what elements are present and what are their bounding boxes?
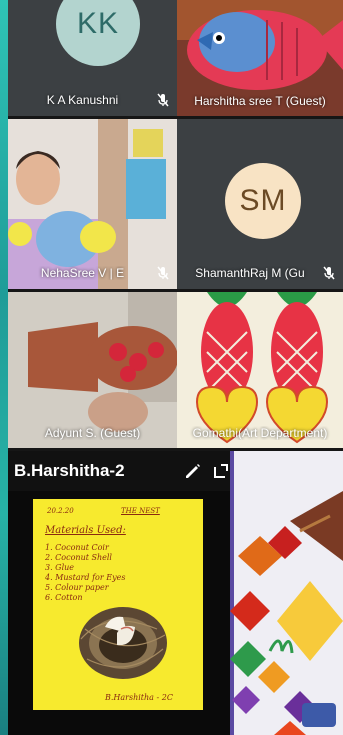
participant-name-bar: Harshitha sree T (Guest): [177, 94, 343, 116]
worksheet-page: 20.2.20 THE NEST Materials Used: 1. Coco…: [33, 499, 203, 710]
mic-muted-icon: [157, 93, 169, 107]
participant-name-bar: Gomathi(Art Department): [177, 426, 343, 448]
worksheet-heading: Materials Used:: [45, 525, 126, 536]
meeting-grid: KK K A Kanushni Harshitha sree T (Guest)…: [0, 0, 343, 735]
worksheet-item: 1. Coconut Coir: [45, 543, 109, 552]
participant-tile-gomathi[interactable]: Gomathi(Art Department): [177, 292, 343, 448]
participant-name: Gomathi(Art Department): [192, 426, 328, 440]
participant-tile-nehasree[interactable]: NehaSree V | E: [8, 119, 177, 289]
camera-feed-girl-with-craft: [8, 119, 177, 289]
presentation-artwork: [230, 451, 343, 735]
participant-name-bar: ShamanthRaj M (Gu: [177, 265, 343, 289]
participant-name-bar: K A Kanushni: [8, 92, 177, 116]
mic-muted-icon: [157, 266, 169, 280]
participant-tile-adyunt[interactable]: Adyunt S. (Guest): [8, 292, 177, 448]
avatar-initials: KK: [76, 7, 120, 40]
edit-button[interactable]: [179, 457, 207, 485]
window-edge: [0, 0, 8, 735]
participant-tile-kanushni[interactable]: KK K A Kanushni: [8, 0, 177, 116]
participant-name: Adyunt S. (Guest): [44, 426, 141, 440]
avatar-kk: KK: [56, 0, 140, 66]
mic-muted-icon: [323, 266, 335, 280]
participant-name-bar: Adyunt S. (Guest): [8, 426, 177, 448]
worksheet-item: 5. Colour paper: [45, 583, 109, 592]
worksheet-date: 20.2.20: [47, 507, 74, 515]
camera-feed-fish-craft: [8, 292, 177, 448]
geometric-artwork: [230, 451, 343, 735]
participant-name-bar: NehaSree V | E: [8, 265, 177, 289]
worksheet-item: 2. Coconut Shell: [45, 553, 112, 562]
avatar-sm: SM: [225, 163, 301, 239]
camera-feed-drawing: [177, 292, 343, 448]
participant-tile-harshitha-sree[interactable]: Harshitha sree T (Guest): [177, 0, 343, 116]
worksheet-signature: B.Harshitha - 2C: [105, 693, 173, 702]
participant-name: NehaSree V | E: [40, 266, 125, 280]
participant-name: ShamanthRaj M (Gu: [195, 266, 305, 280]
participant-name: K A Kanushni: [46, 93, 119, 107]
presentation-header: B.Harshitha-2: [8, 451, 235, 491]
expand-icon: [214, 464, 228, 478]
worksheet-item: 4. Mustard for Eyes: [45, 573, 126, 582]
participant-name: Harshitha sree T (Guest): [194, 94, 326, 108]
nest-craft-image: [79, 607, 167, 679]
worksheet-title: THE NEST: [121, 507, 160, 515]
worksheet-item: 3. Glue: [45, 563, 75, 572]
presentation-title: B.Harshitha-2: [14, 461, 125, 480]
participant-tile-shamanthraj[interactable]: SM ShamanthRaj M (Gu: [177, 119, 343, 289]
avatar-initials: SM: [239, 184, 287, 217]
pencil-icon: [186, 464, 200, 478]
